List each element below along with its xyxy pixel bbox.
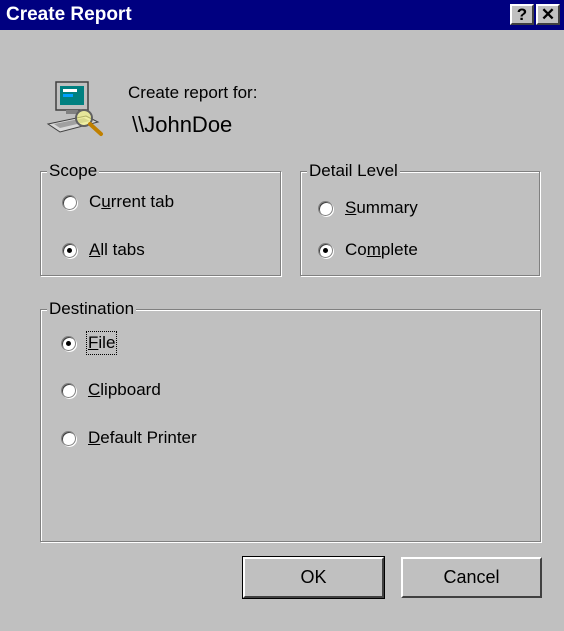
detail-summary-label: Summary [345, 198, 418, 217]
close-button[interactable]: ✕ [536, 4, 560, 25]
cancel-button[interactable]: Cancel [401, 557, 542, 598]
detail-summary-radio[interactable] [318, 200, 333, 216]
detail-summary-option[interactable]: Summary [318, 198, 418, 218]
scope-group: Scope Current tab All tabs [40, 161, 281, 276]
title-bar[interactable]: Create Report ? ✕ [0, 0, 564, 30]
scope-all-tabs-radio[interactable] [62, 242, 77, 258]
scope-current-tab-radio[interactable] [62, 194, 77, 210]
destination-default-printer-radio[interactable] [61, 430, 76, 446]
window-title: Create Report [6, 4, 132, 25]
destination-default-printer-label: Default Printer [88, 428, 197, 447]
destination-file-radio[interactable] [61, 335, 76, 351]
detail-level-legend: Detail Level [307, 161, 400, 181]
report-target: \\JohnDoe [132, 112, 233, 137]
destination-default-printer-option[interactable]: Default Printer [61, 428, 197, 448]
radio-dot [67, 247, 72, 253]
destination-file-option[interactable]: File [61, 331, 118, 355]
close-icon: ✕ [540, 5, 556, 24]
detail-level-group: Detail Level Summary Complete [300, 161, 540, 276]
destination-file-label: File [85, 331, 118, 355]
help-button[interactable]: ? [510, 4, 534, 25]
help-icon: ? [516, 5, 528, 24]
scope-all-tabs-label: All tabs [89, 240, 145, 259]
detail-complete-label: Complete [345, 240, 418, 259]
destination-legend: Destination [47, 299, 137, 319]
radio-dot [323, 247, 328, 253]
destination-group: Destination File Clipboard Default Print… [40, 299, 541, 542]
destination-clipboard-option[interactable]: Clipboard [61, 380, 161, 400]
detail-complete-option[interactable]: Complete [318, 240, 418, 260]
computer-search-icon [46, 81, 103, 136]
scope-current-tab-option[interactable]: Current tab [62, 192, 174, 212]
destination-clipboard-radio[interactable] [61, 382, 76, 398]
scope-all-tabs-option[interactable]: All tabs [62, 240, 145, 260]
scope-current-tab-label: Current tab [89, 192, 175, 211]
radio-dot [66, 340, 71, 346]
ok-button[interactable]: OK [242, 556, 385, 599]
create-report-dialog: Create Report ? ✕ Create report for: \\J… [0, 0, 564, 631]
scope-legend: Scope [47, 161, 100, 181]
detail-complete-radio[interactable] [318, 242, 333, 258]
destination-clipboard-label: Clipboard [88, 380, 161, 399]
report-for-label: Create report for: [128, 83, 258, 102]
